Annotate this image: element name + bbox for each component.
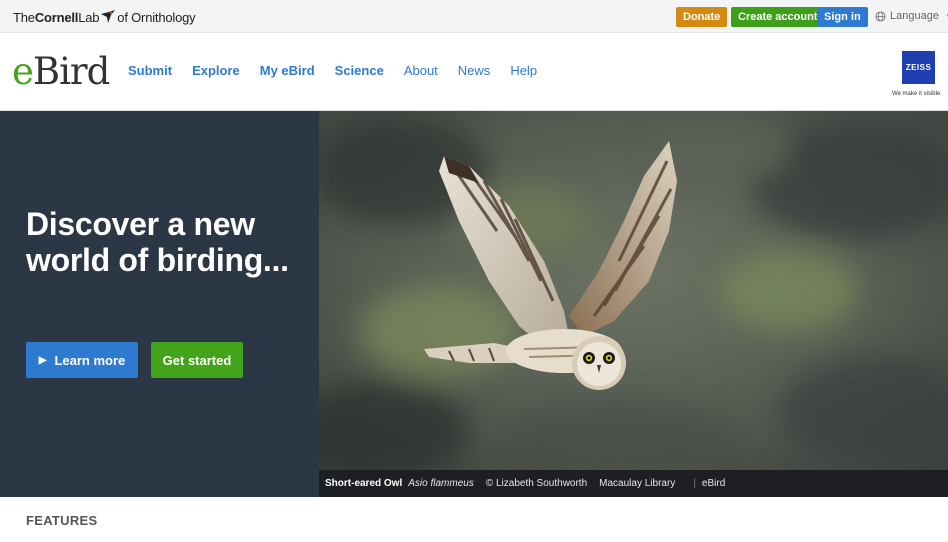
- caption-scientific-name: Asio flammeus: [408, 478, 474, 489]
- logo-lab: Lab: [78, 9, 100, 25]
- nav-about[interactable]: About: [404, 63, 438, 78]
- zeiss-logo-box: ZEISS: [902, 51, 935, 84]
- learn-more-label: Learn more: [54, 352, 126, 368]
- hero-title: Discover a new world of birding...: [26, 206, 289, 278]
- get-started-button[interactable]: Get started: [151, 342, 243, 378]
- sign-in-button[interactable]: Sign in: [817, 7, 868, 27]
- nav-help[interactable]: Help: [510, 63, 537, 78]
- zeiss-tagline: We make it visible.: [892, 91, 942, 97]
- donate-button[interactable]: Donate: [676, 7, 728, 27]
- ebird-logo[interactable]: eBird: [12, 50, 110, 93]
- logo-bird: Bird: [32, 50, 110, 93]
- caption-source[interactable]: eBird: [702, 478, 725, 489]
- language-selector[interactable]: Language ▼: [875, 10, 948, 22]
- caption-macaulay-library[interactable]: Macaulay Library: [599, 478, 675, 489]
- create-account-button[interactable]: Create account: [731, 7, 825, 27]
- hero-photo-owl: [319, 111, 948, 470]
- cornell-lab-logo[interactable]: The Cornell Lab of Ornithology: [13, 8, 196, 26]
- photo-caption: Short-eared Owl Asio flammeus © Lizabeth…: [319, 470, 948, 497]
- zeiss-sponsor-logo[interactable]: ZEISS We make it visible.: [892, 51, 942, 101]
- nav-news[interactable]: News: [458, 63, 491, 78]
- nav-submit[interactable]: Submit: [128, 63, 172, 78]
- learn-more-button[interactable]: ▶ Learn more: [26, 342, 138, 378]
- nav-my-ebird[interactable]: My eBird: [260, 63, 315, 78]
- caption-separator: |: [693, 478, 696, 489]
- nav-explore[interactable]: Explore: [192, 63, 240, 78]
- logo-of-ornithology: of Ornithology: [117, 9, 196, 25]
- logo-e: e: [12, 50, 34, 93]
- features-heading: FEATURES: [26, 513, 98, 528]
- language-label: Language: [890, 10, 939, 22]
- cornell-bird-icon: [101, 10, 116, 23]
- play-icon: ▶: [38, 354, 47, 366]
- logo-the: The: [13, 9, 35, 25]
- caption-common-name[interactable]: Short-eared Owl: [325, 478, 402, 489]
- nav-science[interactable]: Science: [335, 63, 384, 78]
- top-utility-bar: The Cornell Lab of Ornithology Donate Cr…: [0, 0, 948, 33]
- main-nav: Submit Explore My eBird Science About Ne…: [128, 63, 537, 78]
- caption-credit: © Lizabeth Southworth: [485, 478, 588, 489]
- main-header: eBird Submit Explore My eBird Science Ab…: [0, 33, 948, 111]
- globe-icon: [875, 10, 886, 22]
- logo-cornell: Cornell: [34, 9, 79, 25]
- hero-panel: Discover a new world of birding... ▶ Lea…: [0, 111, 319, 497]
